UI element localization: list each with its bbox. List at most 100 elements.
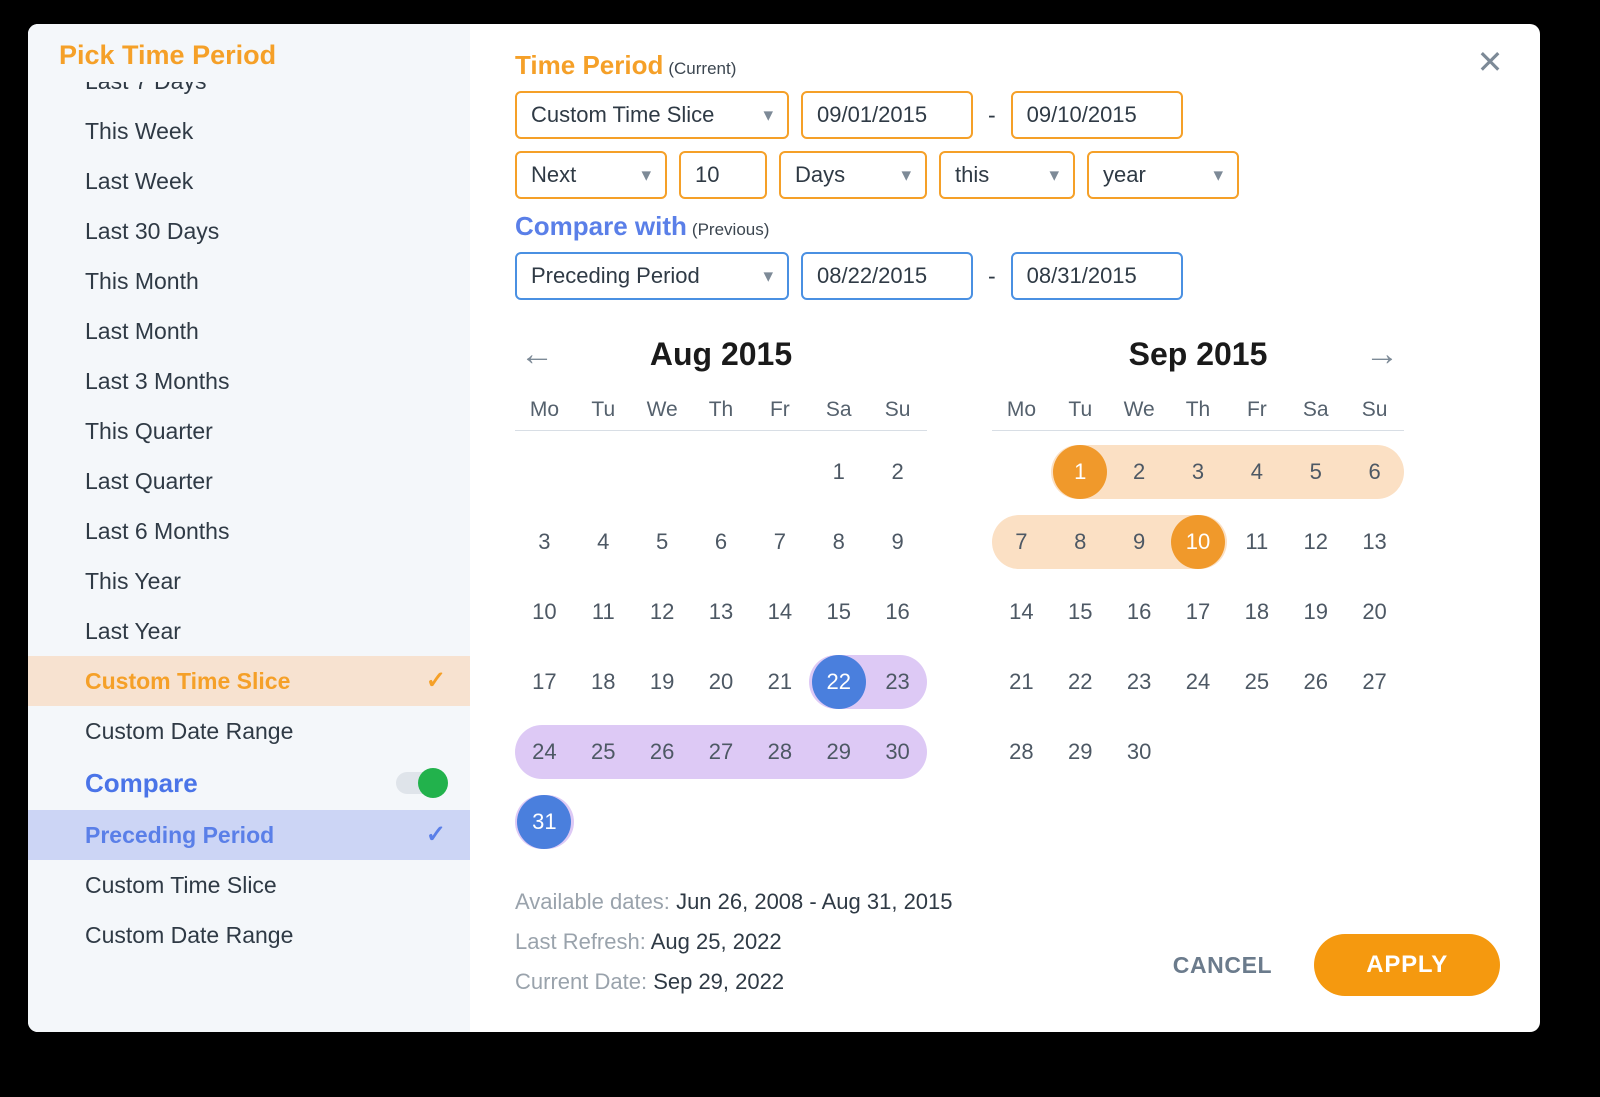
sidebar-item-this-year[interactable]: This Year (28, 556, 470, 606)
calendar-day[interactable]: 14 (750, 577, 809, 647)
calendar-day[interactable]: 5 (1286, 437, 1345, 507)
calendar-day[interactable]: 17 (1169, 577, 1228, 647)
calendar-day[interactable]: 13 (1345, 507, 1404, 577)
sidebar-item-custom-date-range[interactable]: Custom Date Range (28, 706, 470, 756)
calendar-day[interactable]: 2 (868, 437, 927, 507)
calendar-day[interactable]: 18 (574, 647, 633, 717)
calendar-day[interactable]: 20 (692, 647, 751, 717)
calendar-day[interactable]: 21 (992, 647, 1051, 717)
calendar-day[interactable]: 18 (1227, 577, 1286, 647)
calendar-day[interactable]: 16 (868, 577, 927, 647)
toggle-knob (418, 768, 448, 798)
calendar-day[interactable]: 6 (1345, 437, 1404, 507)
sidebar-item-last-quarter[interactable]: Last Quarter (28, 456, 470, 506)
compare-end-date-input[interactable]: 08/31/2015 (1010, 252, 1183, 300)
compare-item-preceding-period[interactable]: Preceding Period ✓ (28, 810, 470, 860)
calendar-day[interactable]: 24 (515, 717, 574, 787)
compare-type-select[interactable]: Preceding Period ▾ (515, 252, 789, 300)
calendar-day[interactable]: 4 (1227, 437, 1286, 507)
slice-unit-select[interactable]: Days ▾ (779, 151, 927, 199)
calendar-day[interactable]: 8 (1051, 507, 1110, 577)
time-period-end-date-input[interactable]: 09/10/2015 (1010, 91, 1183, 139)
sidebar-item-this-quarter[interactable]: This Quarter (28, 406, 470, 456)
calendar-day[interactable]: 29 (1051, 717, 1110, 787)
calendar-day[interactable]: 1 (809, 437, 868, 507)
calendar-day[interactable]: 23 (868, 647, 927, 717)
calendar-day[interactable]: 26 (633, 717, 692, 787)
calendar-day[interactable]: 6 (692, 507, 751, 577)
calendar-day[interactable]: 28 (750, 717, 809, 787)
calendar-day[interactable]: 4 (574, 507, 633, 577)
calendar-day[interactable]: 31 (515, 787, 574, 857)
calendar-day[interactable]: 23 (1110, 647, 1169, 717)
sidebar-item-this-month[interactable]: This Month (28, 256, 470, 306)
calendar-day[interactable]: 3 (515, 507, 574, 577)
slice-amount-input[interactable]: 10 (679, 151, 767, 199)
compare-toggle[interactable] (396, 768, 448, 798)
calendar-day[interactable]: 27 (692, 717, 751, 787)
calendar-day[interactable]: 11 (574, 577, 633, 647)
calendar-day[interactable]: 8 (809, 507, 868, 577)
calendar-day[interactable]: 9 (1110, 507, 1169, 577)
calendar-day[interactable]: 11 (1227, 507, 1286, 577)
calendar-day[interactable]: 30 (868, 717, 927, 787)
calendar-day[interactable]: 12 (1286, 507, 1345, 577)
calendar-day[interactable]: 24 (1169, 647, 1228, 717)
calendar-day[interactable]: 26 (1286, 647, 1345, 717)
slice-direction-select[interactable]: Next ▾ (515, 151, 667, 199)
calendar-day[interactable]: 13 (692, 577, 751, 647)
sidebar-item-this-week[interactable]: This Week (28, 106, 470, 156)
calendar-day[interactable]: 7 (750, 507, 809, 577)
calendar-day[interactable]: 27 (1345, 647, 1404, 717)
slice-qualifier-select[interactable]: this ▾ (939, 151, 1075, 199)
sidebar-item-last-3-months[interactable]: Last 3 Months (28, 356, 470, 406)
calendar-day[interactable]: 29 (809, 717, 868, 787)
sidebar-item-label: Last Quarter (85, 467, 213, 494)
next-month-arrow-icon[interactable]: → (1360, 337, 1404, 371)
time-period-type-select[interactable]: Custom Time Slice ▾ (515, 91, 789, 139)
calendar-day[interactable]: 1 (1051, 437, 1110, 507)
calendar-day[interactable]: 9 (868, 507, 927, 577)
calendar-day-label: 24 (532, 739, 557, 764)
cancel-button[interactable]: CANCEL (1173, 952, 1272, 979)
compare-item-custom-time-slice[interactable]: Custom Time Slice (28, 860, 470, 910)
calendar-day[interactable]: 7 (992, 507, 1051, 577)
sidebar-item-last-6-months[interactable]: Last 6 Months (28, 506, 470, 556)
calendar-day[interactable]: 25 (1227, 647, 1286, 717)
calendar-day[interactable]: 14 (992, 577, 1051, 647)
calendar-day[interactable]: 19 (1286, 577, 1345, 647)
calendar-day[interactable]: 19 (633, 647, 692, 717)
close-icon[interactable]: ✕ (1470, 42, 1510, 82)
calendar-day[interactable]: 5 (633, 507, 692, 577)
calendar-day[interactable]: 21 (750, 647, 809, 717)
sidebar-item-last-week[interactable]: Last Week (28, 156, 470, 206)
calendar-day[interactable]: 22 (1051, 647, 1110, 717)
time-period-start-date-input[interactable]: 09/01/2015 (801, 91, 973, 139)
sidebar-item-last-7-days[interactable]: Last 7 Days (28, 56, 470, 106)
compare-start-date-input[interactable]: 08/22/2015 (801, 252, 973, 300)
calendar-day[interactable]: 15 (1051, 577, 1110, 647)
apply-button[interactable]: APPLY (1314, 934, 1500, 996)
slice-period-select[interactable]: year ▾ (1087, 151, 1239, 199)
calendar-day[interactable]: 15 (809, 577, 868, 647)
calendar-day[interactable]: 17 (515, 647, 574, 717)
calendar-day[interactable]: 28 (992, 717, 1051, 787)
calendar-day-label: 17 (532, 669, 557, 694)
sidebar-item-last-year[interactable]: Last Year (28, 606, 470, 656)
calendar-day[interactable]: 12 (633, 577, 692, 647)
prev-month-arrow-icon[interactable]: ← (515, 337, 559, 371)
calendar-day[interactable]: 3 (1169, 437, 1228, 507)
sidebar-item-custom-time-slice[interactable]: Custom Time Slice ✓ (28, 656, 470, 706)
calendar-day[interactable]: 20 (1345, 577, 1404, 647)
sidebar-item-last-month[interactable]: Last Month (28, 306, 470, 356)
calendar-day[interactable]: 2 (1110, 437, 1169, 507)
calendar-day[interactable]: 30 (1110, 717, 1169, 787)
calendar-day[interactable]: 16 (1110, 577, 1169, 647)
calendar-day[interactable]: 10 (515, 577, 574, 647)
calendar-day[interactable]: 10 (1169, 507, 1228, 577)
calendar-day[interactable]: 22 (809, 647, 868, 717)
compare-item-custom-date-range[interactable]: Custom Date Range (28, 910, 470, 960)
calendar-day[interactable]: 25 (574, 717, 633, 787)
calendar-right-title: Sep 2015 (1128, 335, 1268, 372)
sidebar-item-last-30-days[interactable]: Last 30 Days (28, 206, 470, 256)
